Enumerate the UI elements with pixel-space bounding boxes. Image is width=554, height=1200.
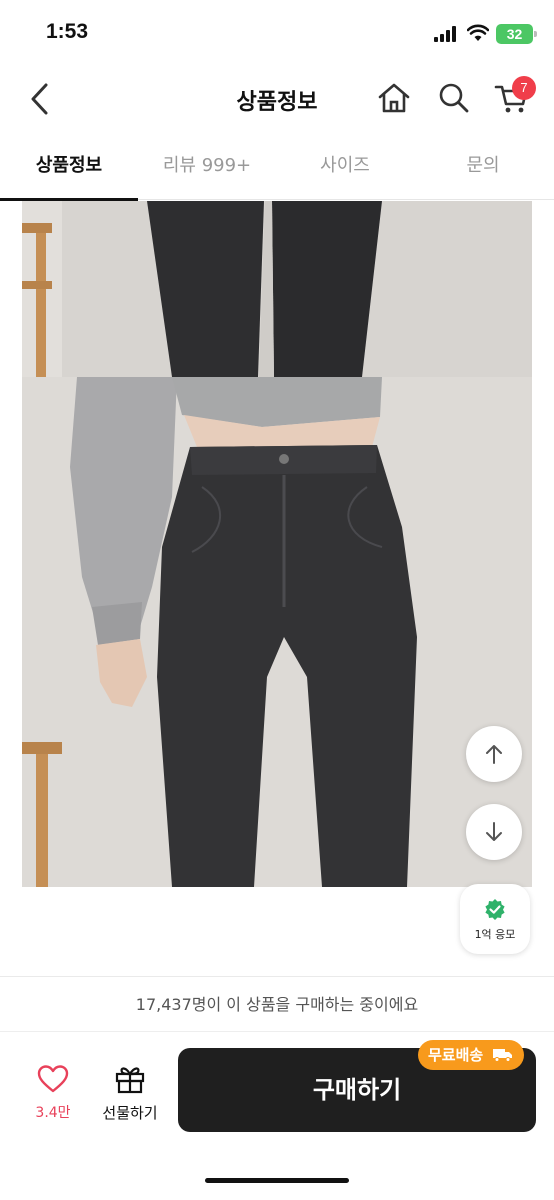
product-image-1 xyxy=(22,201,532,377)
event-entry-label: 1억 응모 xyxy=(474,928,516,941)
free-shipping-badge: 무료배송 xyxy=(418,1040,525,1070)
signal-icon xyxy=(434,26,460,42)
truck-icon xyxy=(493,1049,513,1062)
status-time: 1:53 xyxy=(46,20,89,43)
scroll-down-button[interactable] xyxy=(466,804,522,860)
gift-icon xyxy=(115,1067,145,1094)
nav-header: 상품정보 xyxy=(0,66,554,132)
buyers-count-text: 17,437명이 이 상품을 구매하는 중이에요 xyxy=(0,980,554,1032)
battery-indicator: 32 xyxy=(496,24,537,44)
gift-button[interactable]: 선물하기 xyxy=(96,1064,164,1123)
product-image-2 xyxy=(22,377,532,887)
tab-reviews[interactable]: 리뷰 999+ xyxy=(138,140,276,200)
scroll-up-button[interactable] xyxy=(466,726,522,782)
arrow-down-icon xyxy=(486,822,502,841)
heart-icon xyxy=(37,1065,69,1093)
like-button[interactable]: 3.4만 xyxy=(30,1064,76,1122)
gift-label: 선물하기 xyxy=(102,1104,158,1122)
status-bar: 1:53 32 xyxy=(0,0,554,66)
home-icon[interactable] xyxy=(376,80,412,116)
search-icon[interactable] xyxy=(436,80,472,116)
arrow-up-icon xyxy=(486,745,502,764)
free-shipping-label: 무료배송 xyxy=(428,1046,484,1064)
wifi-icon xyxy=(467,24,489,41)
tab-bar: 상품정보 리뷰 999+ 사이즈 문의 xyxy=(0,140,554,201)
home-indicator[interactable] xyxy=(205,1178,349,1183)
verified-check-icon xyxy=(485,899,505,920)
event-entry-button[interactable]: 1억 응모 xyxy=(460,884,530,954)
divider xyxy=(0,976,554,977)
cart-count-badge: 7 xyxy=(512,76,536,100)
tab-product-info[interactable]: 상품정보 xyxy=(0,140,138,201)
like-count: 3.4만 xyxy=(35,1105,71,1121)
tab-size[interactable]: 사이즈 xyxy=(276,140,414,200)
tab-inquiry[interactable]: 문의 xyxy=(414,140,552,200)
